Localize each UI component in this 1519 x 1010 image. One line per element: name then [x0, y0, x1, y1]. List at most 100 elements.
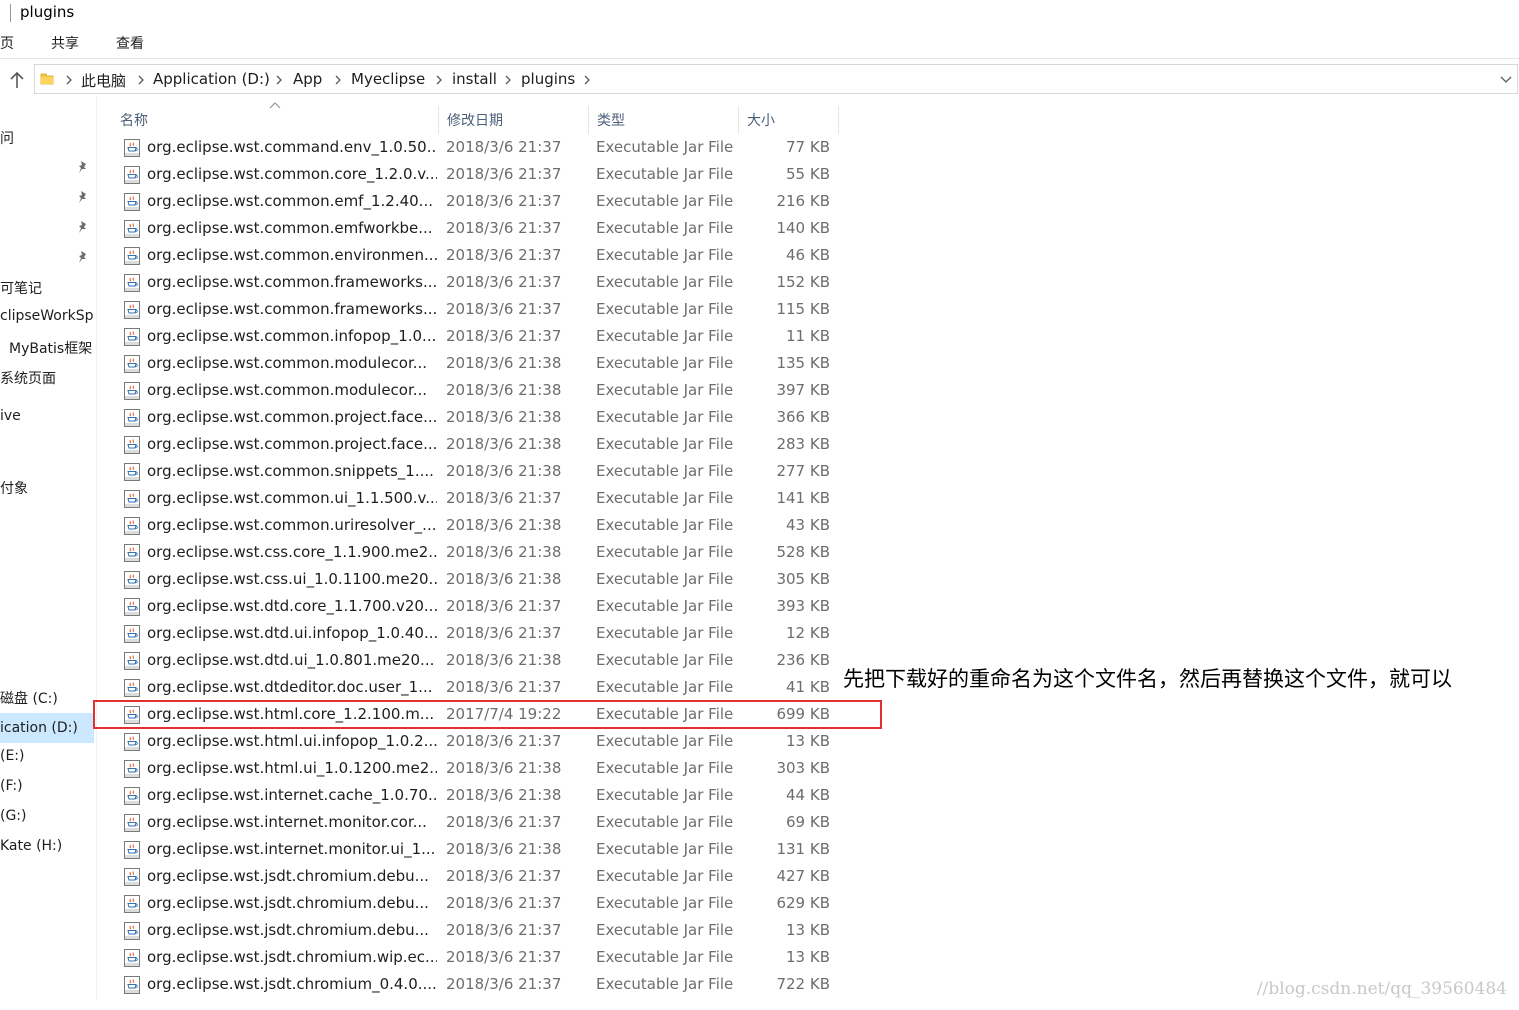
file-row[interactable]: org.eclipse.wst.jsdt.chromium.debu... 201…	[112, 918, 840, 945]
file-row[interactable]: org.eclipse.wst.command.env_1.0.50... 201…	[112, 135, 840, 162]
file-name: org.eclipse.wst.jsdt.chromium.wip.ec...	[147, 948, 437, 966]
file-row[interactable]: org.eclipse.wst.common.modulecor... 2018/…	[112, 378, 840, 405]
file-size: 277 KB	[776, 462, 830, 480]
file-row[interactable]: org.eclipse.wst.common.infopop_1.0... 201…	[112, 324, 840, 351]
file-row[interactable]: org.eclipse.wst.dtdeditor.doc.user_1... 2…	[112, 675, 840, 702]
chevron-right-icon[interactable]	[333, 74, 343, 86]
tab-share[interactable]: 共享	[51, 33, 79, 53]
breadcrumb-app[interactable]: App	[293, 70, 322, 88]
chevron-right-icon[interactable]	[136, 74, 146, 86]
file-name: org.eclipse.wst.common.frameworks...	[147, 300, 437, 318]
nav-item-quick-access[interactable]: 问	[0, 128, 14, 148]
address-bar[interactable]: 此电脑 Application (D:) App Myeclipse insta…	[34, 64, 1518, 94]
file-row[interactable]: org.eclipse.wst.common.frameworks... 2018…	[112, 270, 840, 297]
title-separator	[10, 4, 11, 22]
ribbon-tabs: 页 共享 查看	[0, 28, 1519, 59]
file-row[interactable]: org.eclipse.wst.jsdt.chromium_0.4.0.... 2…	[112, 972, 840, 999]
file-row[interactable]: org.eclipse.wst.common.ui_1.1.500.v... 20…	[112, 486, 840, 513]
jar-file-icon	[122, 354, 142, 374]
nav-item-notes[interactable]: 可笔记	[0, 278, 42, 298]
chevron-right-icon[interactable]	[503, 74, 513, 86]
file-type: Executable Jar File	[596, 975, 734, 993]
file-type: Executable Jar File	[596, 624, 734, 642]
breadcrumb-this-pc[interactable]: 此电脑	[81, 70, 126, 91]
nav-item-3d-objects[interactable]: 付象	[0, 478, 28, 498]
breadcrumb-myeclipse[interactable]: Myeclipse	[351, 70, 425, 88]
file-row[interactable]: org.eclipse.wst.common.emfworkbe... 2018/…	[112, 216, 840, 243]
file-row[interactable]: org.eclipse.wst.internet.cache_1.0.70...…	[112, 783, 840, 810]
file-row[interactable]: org.eclipse.wst.common.snippets_1.... 201…	[112, 459, 840, 486]
file-date: 2018/3/6 21:38	[446, 435, 562, 453]
nav-item-drive-e[interactable]: (E:)	[0, 748, 25, 764]
file-row[interactable]: org.eclipse.wst.common.frameworks... 2018…	[112, 297, 840, 324]
nav-item-system-pages[interactable]: 系统页面	[0, 368, 56, 388]
file-size: 13 KB	[786, 948, 830, 966]
file-type: Executable Jar File	[596, 786, 734, 804]
nav-item-eclipse-workspace[interactable]: clipseWorkSp	[0, 308, 94, 324]
column-header-type[interactable]: 类型	[589, 106, 739, 134]
file-row[interactable]: org.eclipse.wst.common.core_1.2.0.v... 20…	[112, 162, 840, 189]
file-row[interactable]: org.eclipse.wst.dtd.ui.infopop_1.0.40...…	[112, 621, 840, 648]
file-size: 629 KB	[776, 894, 830, 912]
file-row[interactable]: org.eclipse.wst.dtd.core_1.1.700.v20... 2…	[112, 594, 840, 621]
nav-item-drive-f[interactable]: (F:)	[0, 778, 23, 794]
column-header-date[interactable]: 修改日期	[439, 106, 589, 134]
jar-file-icon	[122, 759, 142, 779]
file-size: 44 KB	[786, 786, 830, 804]
file-row[interactable]: org.eclipse.wst.html.ui_1.0.1200.me2... 2…	[112, 756, 840, 783]
tab-view[interactable]: 查看	[116, 33, 144, 53]
pin-icon[interactable]	[77, 190, 89, 204]
breadcrumb-install[interactable]: install	[452, 70, 497, 88]
file-row[interactable]: org.eclipse.wst.internet.monitor.cor... 2…	[112, 810, 840, 837]
file-row[interactable]: org.eclipse.wst.common.project.face... 20…	[112, 405, 840, 432]
file-row[interactable]: org.eclipse.wst.jsdt.chromium.debu... 201…	[112, 891, 840, 918]
file-type: Executable Jar File	[596, 408, 734, 426]
up-arrow-icon[interactable]	[5, 68, 29, 92]
pin-icon[interactable]	[77, 160, 89, 174]
file-row[interactable]: org.eclipse.wst.common.uriresolver_... 20…	[112, 513, 840, 540]
breadcrumb-plugins[interactable]: plugins	[521, 70, 575, 88]
nav-item-drive-d[interactable]: ication (D:)	[0, 713, 94, 743]
jar-file-icon	[122, 921, 142, 941]
file-row[interactable]: org.eclipse.wst.common.modulecor... 2018/…	[112, 351, 840, 378]
nav-item-mybatis[interactable]: MyBatis框架	[9, 338, 92, 358]
file-row[interactable]: org.eclipse.wst.html.ui.infopop_1.0.2...…	[112, 729, 840, 756]
jar-file-icon	[122, 273, 142, 293]
chevron-right-icon[interactable]	[274, 74, 284, 86]
pin-icon[interactable]	[77, 220, 89, 234]
file-row[interactable]: org.eclipse.wst.css.ui_1.0.1100.me20... 2…	[112, 567, 840, 594]
file-row[interactable]: org.eclipse.wst.css.core_1.1.900.me2... 2…	[112, 540, 840, 567]
file-row[interactable]: org.eclipse.wst.common.project.face... 20…	[112, 432, 840, 459]
chevron-down-icon[interactable]	[1499, 74, 1513, 86]
file-type: Executable Jar File	[596, 165, 734, 183]
file-name: org.eclipse.wst.internet.monitor.ui_1...	[147, 840, 436, 858]
file-name: org.eclipse.wst.common.emfworkbe...	[147, 219, 433, 237]
file-row[interactable]: org.eclipse.wst.jsdt.chromium.wip.ec... 2…	[112, 945, 840, 972]
nav-item-onedrive[interactable]: ive	[0, 408, 21, 424]
column-divider[interactable]	[838, 106, 839, 134]
file-row[interactable]: org.eclipse.wst.internet.monitor.ui_1...…	[112, 837, 840, 864]
file-row[interactable]: org.eclipse.wst.common.emf_1.2.40... 2018…	[112, 189, 840, 216]
file-date: 2018/3/6 21:37	[446, 948, 562, 966]
chevron-right-icon[interactable]	[434, 74, 444, 86]
file-size: 41 KB	[786, 678, 830, 696]
file-row[interactable]: org.eclipse.wst.jsdt.chromium.debu... 201…	[112, 864, 840, 891]
column-header-size[interactable]: 大小	[739, 106, 839, 134]
jar-file-icon	[122, 327, 142, 347]
chevron-right-icon[interactable]	[582, 74, 592, 86]
nav-item-drive-g[interactable]: (G:)	[0, 808, 27, 824]
nav-item-drive-c[interactable]: 磁盘 (C:)	[0, 688, 58, 708]
pin-icon[interactable]	[77, 250, 89, 264]
breadcrumb-application-drive[interactable]: Application (D:)	[153, 70, 270, 88]
file-row[interactable]: org.eclipse.wst.common.environmen... 2018…	[112, 243, 840, 270]
nav-item-drive-h[interactable]: Kate (H:)	[0, 838, 62, 854]
jar-file-icon	[122, 435, 142, 455]
file-row[interactable]: org.eclipse.wst.dtd.ui_1.0.801.me20... 20…	[112, 648, 840, 675]
file-name: org.eclipse.wst.css.ui_1.0.1100.me20...	[147, 570, 437, 588]
file-name: org.eclipse.wst.jsdt.chromium.debu...	[147, 867, 429, 885]
pane-divider[interactable]	[96, 96, 97, 1000]
column-header-name[interactable]: 名称	[112, 106, 439, 134]
file-name: org.eclipse.wst.common.infopop_1.0...	[147, 327, 437, 345]
chevron-right-icon[interactable]	[64, 74, 74, 86]
tab-home[interactable]: 页	[0, 33, 14, 53]
